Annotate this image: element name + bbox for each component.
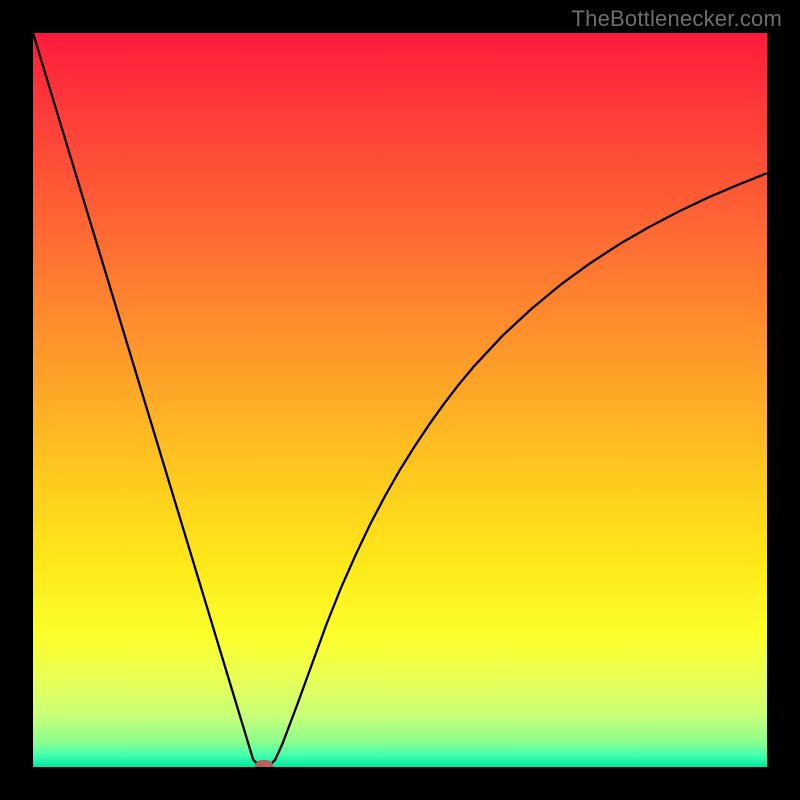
watermark-text: TheBottlenecker.com	[572, 6, 782, 32]
bottleneck-marker	[255, 760, 273, 767]
curve-line	[33, 33, 767, 767]
chart-frame: TheBottlenecker.com	[0, 0, 800, 800]
plot-area	[33, 33, 767, 767]
